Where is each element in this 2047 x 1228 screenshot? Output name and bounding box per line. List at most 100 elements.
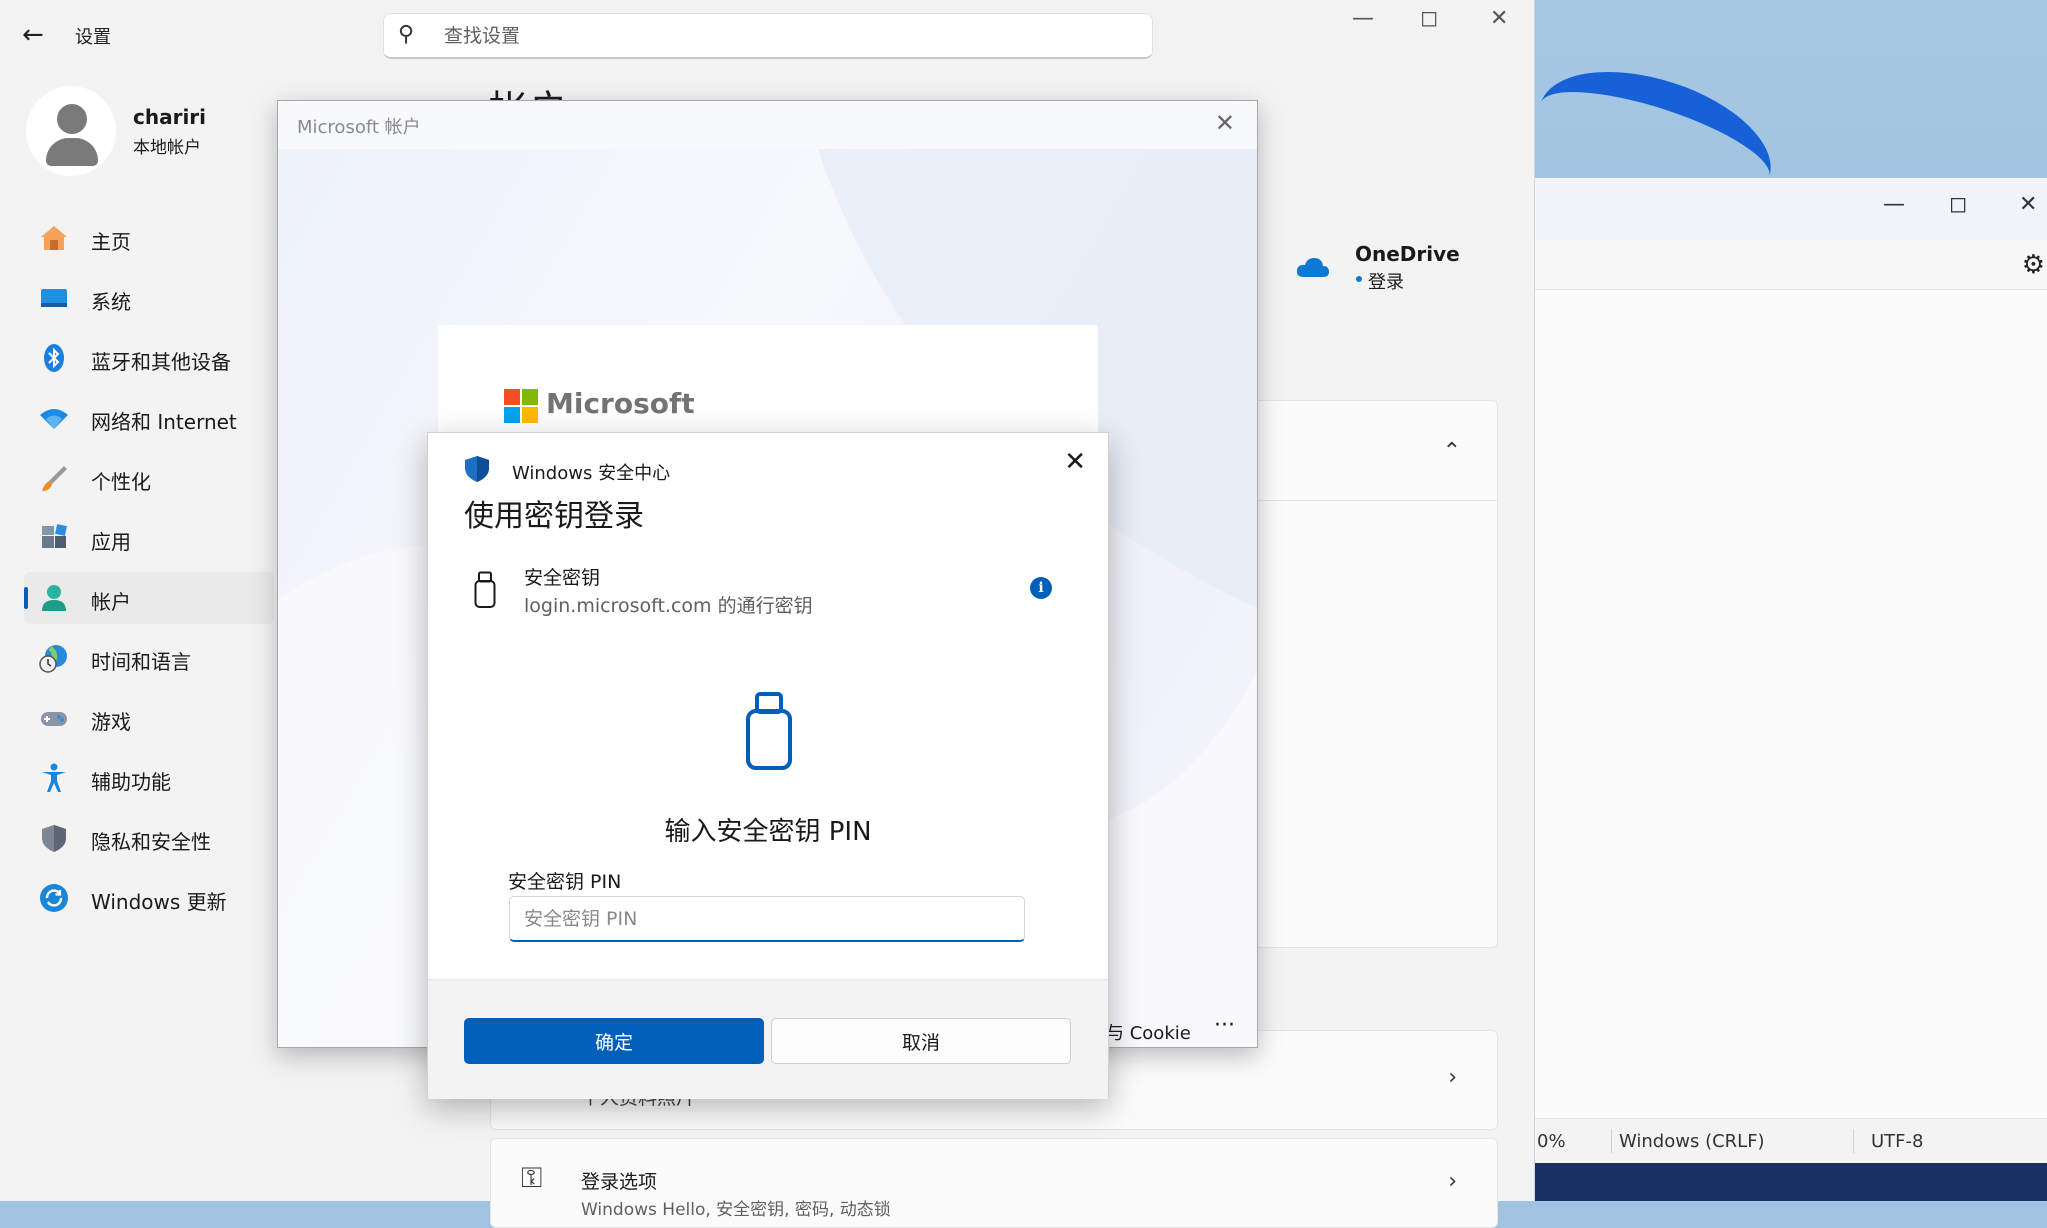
dialog-title: Microsoft 帐户 [297, 117, 421, 138]
close-icon[interactable]: ✕ [1064, 447, 1086, 477]
chevron-up-icon[interactable]: ⌃ [1443, 439, 1461, 464]
dialog-footer: 确定 取消 [428, 979, 1108, 1099]
privacy-cookie-link[interactable]: 与 Cookie [1106, 1019, 1191, 1045]
minimize-icon[interactable]: — [1883, 192, 1905, 217]
sidebar-item-label: 隐私和安全性 [91, 830, 211, 854]
sidebar-nav: 主页 系统 蓝牙和其他设备 网络和 Internet 个性化 应用 帐户 时间和… [24, 212, 274, 932]
sidebar-item-accessibility[interactable]: 辅助功能 [24, 752, 274, 804]
user-name: chariri [133, 105, 207, 129]
sidebar-item-gaming[interactable]: 游戏 [24, 692, 274, 744]
sidebar-item-network[interactable]: 网络和 Internet [24, 392, 274, 444]
maximize-icon[interactable]: ◻ [1420, 6, 1438, 31]
minimize-icon[interactable]: — [1352, 6, 1374, 31]
windows-security-dialog: Windows 安全中心 ✕ 使用密钥登录 安全密钥 login.microso… [427, 432, 1109, 1099]
sidebar-item-label: Windows 更新 [91, 890, 227, 914]
wifi-icon [38, 402, 70, 434]
cloud-icon [1296, 252, 1330, 287]
onedrive-name: OneDrive [1355, 242, 1460, 266]
search-input[interactable] [442, 20, 1122, 52]
notepad-statusbar: 0% Windows (CRLF) UTF-8 [1535, 1118, 2047, 1163]
dialog-heading: 使用密钥登录 [464, 499, 644, 534]
cancel-button[interactable]: 取消 [771, 1018, 1071, 1064]
sidebar-item-apps[interactable]: 应用 [24, 512, 274, 564]
shield-icon [38, 822, 70, 854]
sidebar-item-privacy[interactable]: 隐私和安全性 [24, 812, 274, 864]
app-title: 设置 [75, 27, 111, 48]
sidebar-item-label: 时间和语言 [91, 650, 191, 674]
pin-label: 安全密钥 PIN [508, 871, 622, 893]
notepad-window[interactable]: — ◻ ✕ ⚙ 0% Windows (CRLF) UTF-8 [1535, 178, 2047, 1163]
sidebar-item-label: 蓝牙和其他设备 [91, 350, 231, 374]
search-box[interactable]: ⚲ [383, 13, 1153, 59]
user-account-type: 本地帐户 [133, 138, 201, 158]
maximize-icon[interactable]: ◻ [1949, 192, 1967, 217]
security-key-icon [474, 571, 496, 608]
status-divider [1611, 1129, 1612, 1153]
display-icon [38, 282, 70, 314]
notepad-titlebar[interactable]: — ◻ ✕ [1535, 178, 2047, 240]
person-icon [38, 582, 70, 614]
avatar-body [46, 138, 98, 166]
update-icon [38, 882, 70, 914]
status-line-ending[interactable]: Windows (CRLF) [1619, 1131, 1765, 1152]
avatar-head [57, 104, 87, 134]
home-icon [38, 222, 70, 254]
security-key-large-icon [746, 692, 792, 770]
avatar[interactable] [26, 86, 116, 176]
sidebar-item-home[interactable]: 主页 [24, 212, 274, 264]
pin-input[interactable] [509, 896, 1025, 942]
chevron-right-icon[interactable]: › [1448, 1169, 1457, 1194]
security-key-title: 安全密钥 [524, 567, 601, 589]
sidebar-item-label: 帐户 [91, 590, 131, 614]
chevron-right-icon[interactable]: › [1448, 1065, 1457, 1090]
security-key-subtitle: login.microsoft.com 的通行密钥 [524, 595, 813, 617]
pin-heading: 输入安全密钥 PIN [664, 817, 872, 847]
sidebar-item-bluetooth[interactable]: 蓝牙和其他设备 [24, 332, 274, 384]
back-arrow-icon[interactable]: ← [22, 20, 44, 50]
gamepad-icon [38, 702, 70, 734]
sidebar-item-label: 游戏 [91, 710, 131, 734]
info-icon[interactable]: i [1030, 577, 1052, 599]
sidebar-item-label: 个性化 [91, 470, 151, 494]
brush-icon [38, 462, 70, 494]
taskbar-fragment [1535, 1163, 2047, 1201]
account-settings-card: ⌃ [1240, 400, 1498, 948]
status-dot [1356, 276, 1362, 282]
security-app-name: Windows 安全中心 [512, 463, 671, 484]
sidebar-item-label: 辅助功能 [91, 770, 171, 794]
close-icon[interactable]: ✕ [2019, 192, 2037, 217]
bluetooth-icon [38, 342, 70, 374]
globe-clock-icon [38, 642, 70, 674]
more-options-icon[interactable]: ··· [1214, 1013, 1235, 1038]
status-zoom[interactable]: 0% [1537, 1131, 1566, 1152]
search-icon: ⚲ [398, 22, 415, 47]
notepad-toolbar: ⚙ [1535, 240, 2047, 290]
microsoft-logo-icon [504, 389, 538, 423]
microsoft-signin-card: Microsoft [438, 325, 1098, 445]
onedrive-signin-link[interactable]: 登录 [1368, 268, 1404, 294]
status-encoding[interactable]: UTF-8 [1871, 1131, 1923, 1152]
sidebar-item-time-language[interactable]: 时间和语言 [24, 632, 274, 684]
ok-button[interactable]: 确定 [464, 1018, 764, 1064]
sidebar-item-label: 系统 [91, 290, 131, 314]
close-icon[interactable]: ✕ [1215, 109, 1235, 137]
signin-options-sub: Windows Hello, 安全密钥, 密码, 动态锁 [581, 1200, 891, 1220]
gear-icon[interactable]: ⚙ [2022, 250, 2045, 280]
sidebar-item-system[interactable]: 系统 [24, 272, 274, 324]
sidebar-item-label: 网络和 Internet [91, 410, 237, 434]
accessibility-icon [38, 762, 70, 794]
close-icon[interactable]: ✕ [1490, 6, 1508, 31]
card-divider [1241, 500, 1497, 501]
sidebar-item-label: 主页 [91, 230, 131, 254]
windows-security-shield-icon [465, 456, 489, 482]
signin-options-card[interactable]: ⚿ 登录选项 Windows Hello, 安全密钥, 密码, 动态锁 › [490, 1138, 1498, 1228]
status-divider [1853, 1129, 1854, 1153]
sidebar-item-label: 应用 [91, 530, 131, 554]
key-icon: ⚿ [521, 1161, 543, 1194]
apps-icon [38, 522, 70, 554]
sidebar-item-personalization[interactable]: 个性化 [24, 452, 274, 504]
sidebar-item-accounts[interactable]: 帐户 [24, 572, 274, 624]
signin-options-label: 登录选项 [581, 1171, 658, 1193]
sidebar-item-windows-update[interactable]: Windows 更新 [24, 872, 274, 924]
microsoft-wordmark: Microsoft [546, 387, 695, 420]
